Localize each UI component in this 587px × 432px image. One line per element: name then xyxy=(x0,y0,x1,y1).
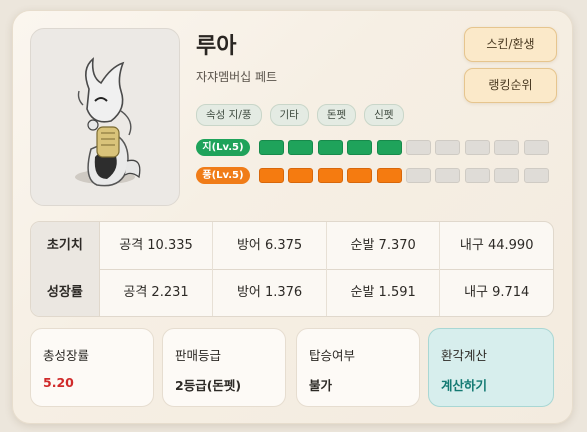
tag-attribute[interactable]: 속성 지/풍 xyxy=(196,104,262,126)
initial-attack: 공격 10.335 xyxy=(100,222,214,269)
sale-grade-card: 판매등급 2등급(돈펫) xyxy=(162,328,286,407)
rideable-value: 불가 xyxy=(309,378,333,393)
calc-button[interactable]: 환각계산 계산하기 xyxy=(428,328,554,407)
pet-type: 자쟈멤버십 페트 xyxy=(196,70,278,84)
sale-grade-value: 2등급(돈펫) xyxy=(175,378,242,393)
calc-label: 환각계산 xyxy=(441,348,488,363)
calc-action[interactable]: 계산하기 xyxy=(441,375,487,394)
level-segment xyxy=(464,140,490,155)
level-segment xyxy=(288,140,314,155)
rideable-card: 탑승여부 불가 xyxy=(296,328,420,407)
level-segment xyxy=(317,168,343,183)
growth-stats-row: 성장률 공격 2.231 방어 1.376 순발 1.591 내구 9.714 xyxy=(31,269,553,316)
pet-sprite-image xyxy=(75,57,141,187)
skin-rebirth-button[interactable]: 스킨/환생 xyxy=(464,27,557,62)
initial-stats-row: 초기치 공격 10.335 방어 6.375 순발 7.370 내구 44.99… xyxy=(31,222,553,270)
growth-durability: 내구 9.714 xyxy=(464,285,530,300)
level-segment xyxy=(317,140,343,155)
total-growth-label: 총성장률 xyxy=(43,348,90,363)
row-header-growth: 성장률 xyxy=(31,269,100,316)
row-header-initial: 초기치 xyxy=(31,222,100,269)
initial-durability: 내구 44.990 xyxy=(459,238,534,253)
sale-grade-label: 판매등급 xyxy=(175,348,222,363)
pet-portrait xyxy=(30,28,180,206)
earth-level-segments xyxy=(259,140,553,155)
level-segment xyxy=(405,168,431,183)
initial-defense: 방어 6.375 xyxy=(213,222,327,269)
level-segment xyxy=(405,140,431,155)
level-segment xyxy=(259,168,284,183)
tag-new-pet[interactable]: 신펫 xyxy=(364,104,404,126)
pet-name: 루아 xyxy=(196,34,237,59)
tag-etc[interactable]: 기타 xyxy=(269,104,309,126)
level-segment xyxy=(376,140,402,155)
level-segment xyxy=(347,140,373,155)
level-segment xyxy=(494,168,520,183)
level-segment xyxy=(464,168,490,183)
growth-attack: 공격 2.231 xyxy=(100,269,214,316)
level-segment xyxy=(288,168,314,183)
stats-table: 초기치 공격 10.335 방어 6.375 순발 7.370 내구 44.99… xyxy=(30,221,554,317)
rideable-label: 탑승여부 xyxy=(309,348,356,363)
pet-tags: 속성 지/풍 기타 돈펫 신펫 xyxy=(196,104,404,126)
level-segment xyxy=(259,140,284,155)
initial-agility: 순발 7.370 xyxy=(327,222,441,269)
level-segment xyxy=(494,140,520,155)
level-segment xyxy=(523,140,549,155)
level-segment xyxy=(435,140,461,155)
total-growth-value: 5.20 xyxy=(43,375,74,390)
wind-level-badge: 풍(Lv.5) xyxy=(196,167,250,184)
earth-attribute-bar: 지(Lv.5) xyxy=(196,139,553,156)
total-growth-card: 총성장률 5.20 xyxy=(30,328,154,407)
tag-money-pet[interactable]: 돈펫 xyxy=(316,104,357,126)
level-segment xyxy=(523,168,549,183)
level-segment xyxy=(376,168,402,183)
wind-attribute-bar: 풍(Lv.5) xyxy=(196,167,553,184)
wind-level-segments xyxy=(259,168,553,183)
ranking-button[interactable]: 랭킹순위 xyxy=(464,68,557,103)
earth-level-badge: 지(Lv.5) xyxy=(196,139,250,156)
growth-agility: 순발 1.591 xyxy=(327,269,441,316)
level-segment xyxy=(435,168,461,183)
level-segment xyxy=(347,168,373,183)
growth-defense: 방어 1.376 xyxy=(213,269,327,316)
